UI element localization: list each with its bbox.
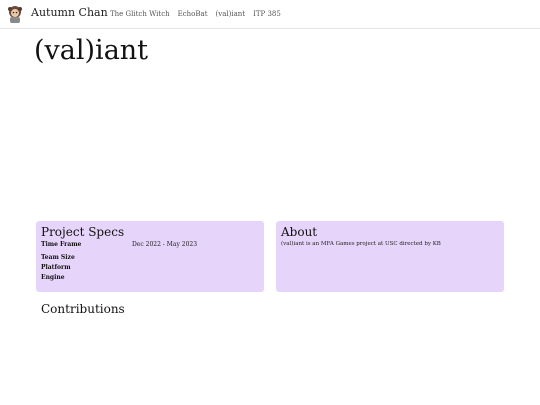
project-specs-heading: Project Specs [41, 225, 125, 239]
project-specs-card: Project Specs Time Frame Dec 2022 - May … [36, 221, 264, 292]
nav-links: The Glitch Witch EchoBat (val)iant ITP 3… [110, 10, 281, 18]
top-navbar: Autumn Chan The Glitch Witch EchoBat (va… [0, 0, 540, 29]
page-title: (val)iant [34, 35, 149, 66]
about-card: About (val)iant is an MFA Games project … [276, 221, 504, 292]
spec-label: Engine [41, 274, 65, 281]
spec-row-engine: Engine [41, 273, 259, 283]
spec-value: Dec 2022 - May 2023 [132, 241, 198, 248]
spec-row-time-frame: Time Frame Dec 2022 - May 2023 [41, 240, 259, 250]
nav-link-valiant[interactable]: (val)iant [216, 10, 246, 18]
avatar-icon[interactable] [7, 5, 23, 23]
nav-link-echobat[interactable]: EchoBat [178, 10, 208, 18]
spec-label: Time Frame [41, 241, 82, 248]
spec-row-team-size: Team Size [41, 253, 259, 263]
nav-link-glitch-witch[interactable]: The Glitch Witch [110, 10, 170, 18]
spec-label: Team Size [41, 254, 75, 261]
spec-row-platform: Platform [41, 263, 259, 273]
about-heading: About [281, 225, 318, 239]
contributions-heading: Contributions [41, 302, 125, 316]
about-text: (val)iant is an MFA Games project at USC… [281, 241, 441, 247]
nav-link-itp-385[interactable]: ITP 385 [253, 10, 281, 18]
spec-label: Platform [41, 264, 71, 271]
site-name-link[interactable]: Autumn Chan [31, 6, 108, 19]
